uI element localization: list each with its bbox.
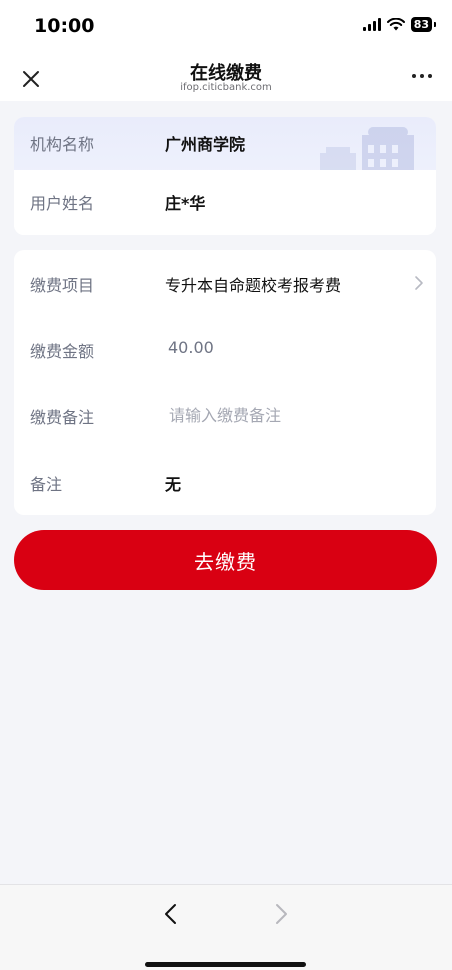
battery-icon: 83 [410, 17, 437, 32]
browser-toolbar [0, 884, 452, 970]
amount-row: 缴费金额 40.00 [14, 334, 436, 364]
remark-value: 无 [165, 475, 182, 494]
chevron-right-icon [415, 276, 423, 290]
remark-row: 备注 无 [14, 467, 436, 497]
nav-bar: 在线缴费 ifop.citicbank.com [0, 56, 452, 101]
amount-label: 缴费金额 [30, 342, 95, 361]
org-label: 机构名称 [30, 135, 95, 154]
org-banner: 机构名称 广州商学院 [14, 117, 436, 175]
page-url: ifop.citicbank.com [180, 82, 272, 93]
home-indicator [145, 962, 306, 967]
item-value: 专升本自命题校考报考费 [165, 276, 342, 295]
pay-button[interactable]: 去缴费 [14, 530, 437, 590]
status-bar: 10:00 83 [0, 0, 452, 56]
user-label: 用户姓名 [30, 194, 95, 213]
org-value: 广州商学院 [165, 135, 246, 154]
org-row: 机构名称 广州商学院 [14, 127, 436, 157]
remark-label: 备注 [30, 475, 63, 494]
more-button[interactable] [412, 74, 432, 78]
status-time: 10:00 [34, 15, 95, 37]
more-icon [412, 74, 416, 78]
amount-value: 40.00 [168, 338, 214, 357]
back-button[interactable] [163, 903, 179, 929]
item-row[interactable]: 缴费项目 专升本自命题校考报考费 [14, 268, 436, 298]
forward-button[interactable] [273, 903, 289, 929]
user-value: 庄*华 [165, 194, 206, 213]
status-icons: 83 [362, 17, 437, 32]
user-row: 用户姓名 庄*华 [14, 186, 436, 216]
signal-icon [362, 18, 381, 31]
note-row: 缴费备注 [14, 400, 436, 430]
payment-card: 缴费项目 专升本自命题校考报考费 缴费金额 40.00 缴费备注 备注 无 [14, 250, 436, 515]
item-label: 缴费项目 [30, 276, 95, 295]
forward-arrow-icon [276, 904, 287, 924]
back-arrow-icon [165, 904, 176, 924]
note-input[interactable] [165, 400, 413, 430]
user-card: 用户姓名 庄*华 [14, 170, 436, 235]
wifi-icon [386, 18, 405, 31]
note-label: 缴费备注 [30, 408, 95, 427]
